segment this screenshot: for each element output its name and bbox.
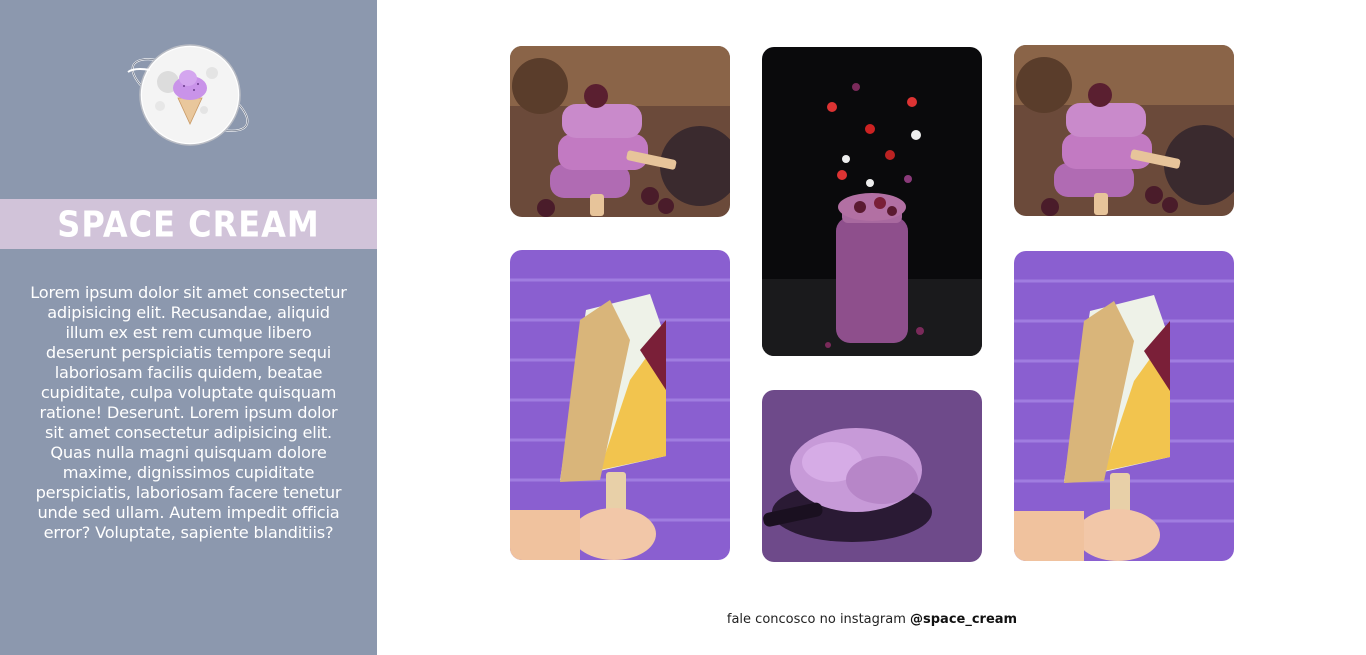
sidebar: SPACE CREAM Lorem ipsum dolor sit amet c… bbox=[0, 0, 377, 655]
footer-text: fale concosco no instagram bbox=[726, 612, 910, 627]
purple-ice-cream-spoon-photo bbox=[762, 390, 982, 562]
nut-dipped-popsicle-photo bbox=[510, 250, 730, 560]
footer: fale concosco no instagram @space_cream bbox=[672, 612, 1072, 627]
berry-popsicles-photo bbox=[510, 46, 730, 217]
about-text: Lorem ipsum dolor sit amet consectetur a… bbox=[30, 283, 347, 542]
brand-title-band: SPACE CREAM bbox=[0, 199, 377, 249]
brand-title: SPACE CREAM bbox=[57, 202, 320, 246]
berry-smoothie-jar-photo bbox=[762, 47, 982, 356]
instagram-handle-link[interactable]: @space_cream bbox=[910, 612, 1017, 627]
berry-popsicles-photo bbox=[1014, 45, 1234, 216]
nut-dipped-popsicle-photo bbox=[1014, 251, 1234, 561]
ice-cream-planet-icon bbox=[120, 40, 260, 150]
